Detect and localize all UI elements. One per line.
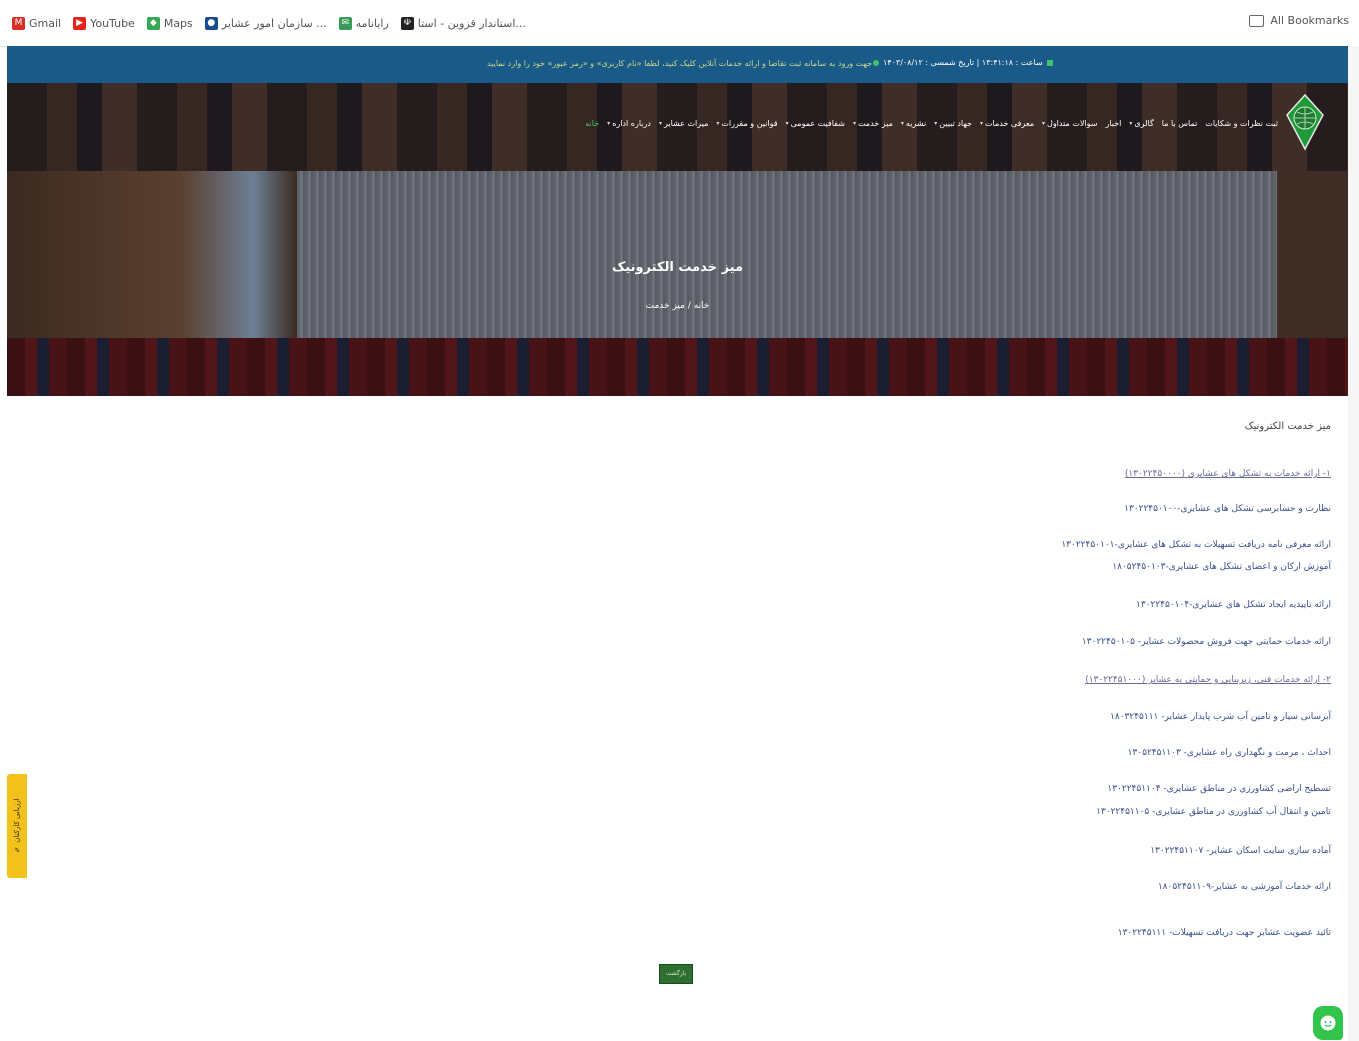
chevron-down-icon: ▾ [934,120,938,127]
nav-item[interactable]: میز خدمت ▾ [853,119,893,128]
all-bookmarks-label: All Bookmarks [1270,14,1349,27]
service-link[interactable]: تسطیح اراضی کشاورزی در مناطق عشایری- ۱۳۰… [1107,784,1331,794]
bookmarks-bar: M Gmail ▶ YouTube ◆ Maps ● سازمان امور عشایر ..… [0,0,1359,47]
nav-item-label: درباره اداره [612,119,651,128]
service-link[interactable]: ارائه خدمات حمایتی جهت فروش محصولات عشای… [1082,637,1331,647]
service-group-link[interactable]: ۱- ارائه خدمات به تشکل های عشایری (۱۳۰۲۲… [1125,469,1331,479]
login-notice[interactable]: جهت ورود به سامانه ثبت تقاضا و ارائه خدم… [487,59,872,68]
back-button[interactable]: بازگشت [659,964,693,984]
carpet-texture-bottom [7,338,1348,396]
bookmark-item[interactable]: ☫ استاندار قزوین - استا... [400,16,526,30]
bookmark-item[interactable]: ▶ YouTube [73,16,135,30]
service-link[interactable]: ارائه تاییدیه ایجاد تشکل های عشایری-۱۳۰۲… [1136,600,1331,610]
hero-banner: خانه درباره اداره ▾ میراث عشایر ▾ قوانین و مق… [7,83,1348,396]
service-link[interactable]: نظارت و حسابرسی تشکل های عشایری-۱۳۰۲۲۴۵۰… [1124,504,1331,514]
clock-text: ساعت : ۱۳:۴۱:۱۸ | تاریخ شمسی : ۱۴۰۳/۰۸/۱… [883,58,1043,67]
chevron-down-icon: ▾ [658,120,662,127]
web-page: جهت ورود به سامانه ثبت تقاضا و ارائه خدم… [7,46,1348,1041]
section-title: میز خدمت الکترونیک [1244,421,1331,432]
nav-item[interactable]: میراث عشایر ▾ [659,119,708,128]
nav-item[interactable]: معرفی خدمات ▾ [980,119,1034,128]
nav-item[interactable]: نشریه ▾ [901,119,926,128]
service-group-link[interactable]: ۲- ارائه خدمات فنی، زیربنایی و حمایتی به… [1085,675,1331,685]
nav-item[interactable]: قوانین و مقررات ▾ [716,119,777,128]
globe-icon: ● [204,16,218,30]
nav-item-label: نشریه [905,119,927,128]
all-bookmarks-button[interactable]: All Bookmarks [1249,14,1349,27]
bookmark-label: YouTube [90,16,135,30]
nav-item-label: ثبت نظرات و شکایات [1205,119,1278,128]
chevron-down-icon: ▾ [979,120,983,127]
chevron-down-icon: ▾ [900,120,904,127]
bookmark-label: Gmail [29,16,62,30]
service-link[interactable]: تامین و انتقال آب کشاورزی در مناطق عشایر… [1096,807,1331,817]
folder-icon [1249,14,1265,27]
nav-item[interactable]: درباره اداره ▾ [607,119,651,128]
bookmark-item[interactable]: ✉ رایانامه [338,16,389,30]
bookmark-item[interactable]: ◆ Maps [146,16,193,30]
nav-item[interactable]: تماس با ما [1162,119,1198,128]
calendar-icon [1046,59,1053,66]
chevron-down-icon: ▾ [1129,120,1133,127]
iran-emblem-icon: ☫ [400,16,414,30]
main-nav: خانه درباره اداره ▾ میراث عشایر ▾ قوانین و مق… [577,119,1278,128]
chat-icon [1320,1015,1336,1031]
gmail-icon: M [12,16,25,30]
nav-item[interactable]: ثبت نظرات و شکایات [1205,119,1278,128]
nav-item-label: اخبار [1105,119,1122,128]
bookmark-label: استاندار قزوین - استا... [417,16,526,30]
youtube-icon: ▶ [73,16,87,30]
chat-button[interactable] [1313,1006,1343,1040]
chevron-down-icon: ▾ [785,120,789,127]
nav-item-label: جهاد تبیین [939,119,972,128]
nav-item[interactable]: جهاد تبیین ▾ [934,119,972,128]
maps-icon: ◆ [146,16,160,30]
nav-item[interactable]: خانه [585,119,599,128]
loom-warp-image [297,171,1277,341]
chevron-down-icon: ▾ [1041,120,1045,127]
date-clock: ساعت : ۱۳:۴۱:۱۸ | تاریخ شمسی : ۱۴۰۳/۰۸/۱… [873,58,1053,67]
nav-item[interactable]: شفافیت عمومی ▾ [786,119,845,128]
clock-icon [873,59,879,66]
service-link[interactable]: آبرسانی سیار و تامین آب شرب پایدار عشایر… [1110,712,1331,722]
nav-item-label: معرفی خدمات [984,119,1034,128]
bookmark-item[interactable]: ● سازمان امور عشایر ... [204,16,327,30]
nav-item-label: خانه [585,119,600,128]
nav-item-label: تماس با ما [1161,119,1198,128]
nav-item-label: گالری [1134,119,1154,128]
nav-item-label: میز خدمت [857,119,893,128]
feedback-tab[interactable]: ✎ ارزیابی کارکنان [7,774,27,878]
nav-item[interactable]: اخبار [1106,119,1122,128]
service-link[interactable]: ارائه خدمات آموزشی به عشایر-۱۸۰۵۲۴۵۱۱۰۹ [1158,882,1331,892]
service-link[interactable]: آماده سازی سایت اسکان عشایر- ۱۳۰۲۲۴۵۱۱۰۷ [1150,846,1331,856]
nav-item[interactable]: سوالات متداول ▾ [1042,119,1098,128]
service-link[interactable]: تائید عضویت عشایر جهت دریافت تسهیلات- ۱۳… [1118,928,1331,938]
bookmark-label: رایانامه [355,16,389,30]
scrollbar[interactable] [1348,46,1359,1041]
nav-item-label: قوانین و مقررات [721,119,778,128]
site-logo-icon[interactable] [1285,93,1325,151]
page-title: میز خدمت الکترونیک [611,260,744,275]
nav-item-label: میراث عشایر [663,119,709,128]
service-link[interactable]: احداث ، مرمت و نگهداری راه عشایری- ۱۳۰۵۲… [1128,748,1331,758]
bookmark-item[interactable]: M Gmail [12,16,62,30]
mail-icon: ✉ [338,16,352,30]
bookmark-label: سازمان امور عشایر ... [221,16,327,30]
top-info-strip: جهت ورود به سامانه ثبت تقاضا و ارائه خدم… [7,46,1348,83]
service-link[interactable]: آموزش ارکان و اعضای تشکل های عشایری-۱۸۰۵… [1112,562,1331,572]
service-link[interactable]: ارائه معرفی نامه دریافت تسهیلات به تشکل … [1061,540,1331,550]
chevron-down-icon: ▾ [716,120,720,127]
chevron-down-icon: ▾ [607,120,611,127]
nav-item-label: شفافیت عمومی [790,119,845,128]
main-content: میز خدمت الکترونیک ۱- ارائه خدمات به تشک… [7,396,1348,1041]
nav-item-label: سوالات متداول [1047,119,1098,128]
breadcrumb[interactable]: خانه / میز خدمت [7,301,1348,311]
nav-item[interactable]: گالری ▾ [1129,119,1153,128]
bookmark-label: Maps [163,16,193,30]
chevron-down-icon: ▾ [852,120,856,127]
